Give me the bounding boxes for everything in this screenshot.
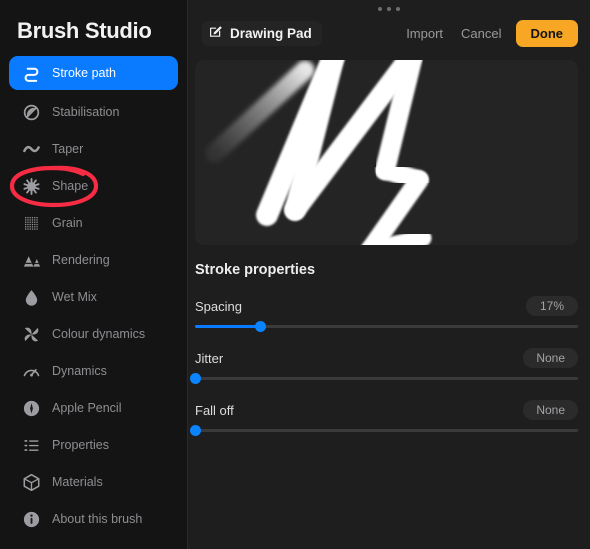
sidebar-item-label: Wet Mix bbox=[52, 290, 97, 304]
jitter-slider-thumb[interactable] bbox=[189, 373, 201, 384]
sidebar-item-label: Stroke path bbox=[52, 66, 116, 80]
drawing-pad-button[interactable]: Drawing Pad bbox=[202, 20, 322, 46]
fall-off-label: Fall off bbox=[195, 402, 234, 418]
cancel-button[interactable]: Cancel bbox=[452, 21, 510, 46]
import-button[interactable]: Import bbox=[397, 21, 452, 46]
drag-handle-dots[interactable] bbox=[188, 7, 590, 11]
sidebar-item-label: Grain bbox=[52, 216, 83, 230]
fall-off-slider[interactable] bbox=[189, 425, 578, 436]
property-row-jitter: Jitter None bbox=[189, 348, 578, 384]
edit-square-icon bbox=[209, 25, 223, 42]
stabilisation-icon bbox=[21, 102, 41, 122]
sidebar-item-rendering[interactable]: Rendering bbox=[9, 245, 178, 275]
brush-stroke-preview[interactable] bbox=[195, 60, 578, 245]
sidebar-item-grain[interactable]: Grain bbox=[9, 208, 178, 238]
jitter-slider[interactable] bbox=[189, 373, 578, 384]
drawing-pad-label: Drawing Pad bbox=[230, 25, 312, 41]
dot bbox=[387, 7, 391, 11]
sidebar-item-label: Apple Pencil bbox=[52, 401, 122, 415]
sidebar-item-shape[interactable]: Shape bbox=[9, 171, 178, 201]
dynamics-icon bbox=[21, 361, 41, 381]
spacing-slider[interactable] bbox=[195, 321, 578, 332]
sidebar-item-materials[interactable]: Materials bbox=[9, 467, 178, 497]
brush-studio-window: Brush Studio Stroke path Stabilisation Tap… bbox=[0, 0, 590, 549]
grain-icon bbox=[21, 213, 41, 233]
about-brush-icon bbox=[21, 509, 41, 529]
dot bbox=[378, 7, 382, 11]
property-header: Spacing 17% bbox=[195, 296, 578, 316]
property-header: Jitter None bbox=[195, 348, 578, 368]
sidebar-item-properties[interactable]: Properties bbox=[9, 430, 178, 460]
page-title: Brush Studio bbox=[17, 18, 152, 43]
main-panel: Drawing Pad Import Cancel Done Stroke pr… bbox=[188, 0, 590, 549]
wet-mix-icon bbox=[21, 287, 41, 307]
sidebar: Brush Studio Stroke path Stabilisation Tap… bbox=[0, 0, 188, 549]
materials-icon bbox=[21, 472, 41, 492]
sidebar-item-label: Taper bbox=[52, 142, 84, 156]
sidebar-item-colour-dynamics[interactable]: Colour dynamics bbox=[9, 319, 178, 349]
property-row-fall-off: Fall off None bbox=[189, 400, 578, 436]
sidebar-item-label: Colour dynamics bbox=[52, 327, 146, 341]
sidebar-item-stabilisation[interactable]: Stabilisation bbox=[9, 97, 178, 127]
slider-fill bbox=[195, 325, 261, 328]
sidebar-item-apple-pencil[interactable]: Apple Pencil bbox=[9, 393, 178, 423]
sidebar-item-label: Dynamics bbox=[52, 364, 107, 378]
done-button[interactable]: Done bbox=[515, 19, 578, 47]
spacing-slider-thumb[interactable] bbox=[254, 321, 266, 332]
stroke-path-icon bbox=[21, 63, 41, 83]
sidebar-item-taper[interactable]: Taper bbox=[9, 134, 178, 164]
properties-icon bbox=[21, 435, 41, 455]
fall-off-value-badge[interactable]: None bbox=[523, 400, 578, 420]
apple-pencil-icon bbox=[21, 398, 41, 418]
spacing-value-badge[interactable]: 17% bbox=[526, 296, 578, 316]
colour-dynamics-icon bbox=[21, 324, 41, 344]
sidebar-item-label: Shape bbox=[52, 179, 89, 193]
dot bbox=[396, 7, 400, 11]
sidebar-item-stroke-path[interactable]: Stroke path bbox=[9, 56, 178, 90]
jitter-value-badge[interactable]: None bbox=[523, 348, 578, 368]
sidebar-item-about-this-brush[interactable]: About this brush bbox=[9, 504, 178, 534]
property-row-spacing: Spacing 17% bbox=[195, 296, 578, 332]
sidebar-item-label: Rendering bbox=[52, 253, 110, 267]
sidebar-item-label: Stabilisation bbox=[52, 105, 120, 119]
sidebar-item-wet-mix[interactable]: Wet Mix bbox=[9, 282, 178, 312]
fall-off-slider-thumb[interactable] bbox=[189, 425, 201, 436]
taper-icon bbox=[21, 139, 41, 159]
section-title: Stroke properties bbox=[195, 262, 316, 278]
jitter-label: Jitter bbox=[195, 350, 224, 366]
rendering-icon bbox=[21, 250, 41, 270]
shape-icon bbox=[21, 176, 41, 196]
sidebar-nav-list: Stroke path Stabilisation Taper Shape Grain R… bbox=[9, 56, 178, 534]
property-rows: Spacing 17% Jitter None Fall off None bbox=[189, 296, 578, 436]
sidebar-item-label: Properties bbox=[52, 438, 109, 452]
property-header: Fall off None bbox=[195, 400, 578, 420]
sidebar-item-label: About this brush bbox=[52, 512, 143, 526]
sidebar-item-dynamics[interactable]: Dynamics bbox=[9, 356, 178, 386]
sidebar-item-label: Materials bbox=[52, 475, 103, 489]
spacing-label: Spacing bbox=[195, 298, 242, 314]
stroke-properties-section: Stroke properties Spacing 17% Jitter None Fa… bbox=[189, 262, 578, 452]
